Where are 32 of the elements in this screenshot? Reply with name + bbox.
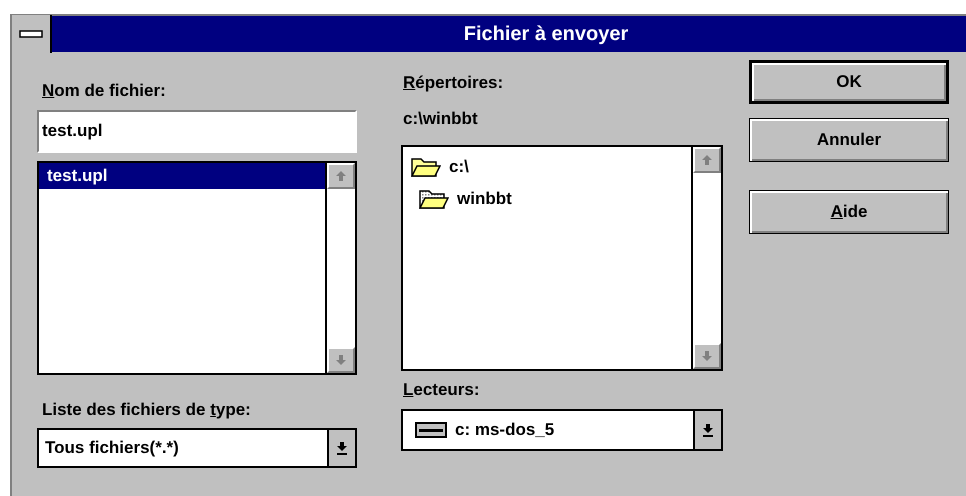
system-menu-button[interactable]: [12, 15, 52, 53]
drive-dropdown[interactable]: c: ms-dos_5: [401, 408, 723, 450]
scroll-down-button[interactable]: [693, 343, 721, 369]
down-arrow-icon: [336, 441, 348, 455]
directory-item[interactable]: winbbt: [403, 183, 691, 215]
scroll-up-button[interactable]: [693, 147, 721, 173]
down-arrow-icon: [335, 354, 347, 366]
dialog-button[interactable]: Annuler: [749, 118, 949, 162]
window-title: Fichier à envoyer: [464, 22, 628, 47]
scroll-up-button[interactable]: [327, 162, 355, 188]
up-arrow-icon: [701, 154, 713, 166]
dialog-button[interactable]: Aide: [749, 190, 949, 234]
down-arrow-icon: [702, 422, 714, 436]
folder-icon: [419, 188, 449, 210]
file-item[interactable]: test.upl: [39, 162, 325, 188]
current-directory: c:\winbbt: [403, 108, 479, 130]
directory-item[interactable]: c:\: [403, 151, 691, 183]
down-arrow-icon: [701, 350, 713, 362]
file-name-field[interactable]: test.upl: [37, 110, 357, 152]
field-label: Liste des fichiers de type:: [42, 398, 252, 420]
field-label: Nom de fichier:: [42, 80, 167, 102]
open-folder-icon: [411, 156, 441, 178]
dropdown-button[interactable]: [327, 430, 355, 466]
up-arrow-icon: [335, 170, 347, 182]
drive-icon: [415, 422, 447, 438]
dialog-button[interactable]: OK: [749, 60, 949, 104]
file-type-dropdown[interactable]: Tous fichiers(*.*): [37, 428, 357, 468]
minus-icon: [19, 30, 43, 38]
dropdown-button[interactable]: [693, 410, 721, 448]
field-label: Répertoires:: [403, 72, 504, 94]
field-label: Lecteurs:: [403, 379, 481, 401]
scroll-down-button[interactable]: [327, 346, 355, 372]
